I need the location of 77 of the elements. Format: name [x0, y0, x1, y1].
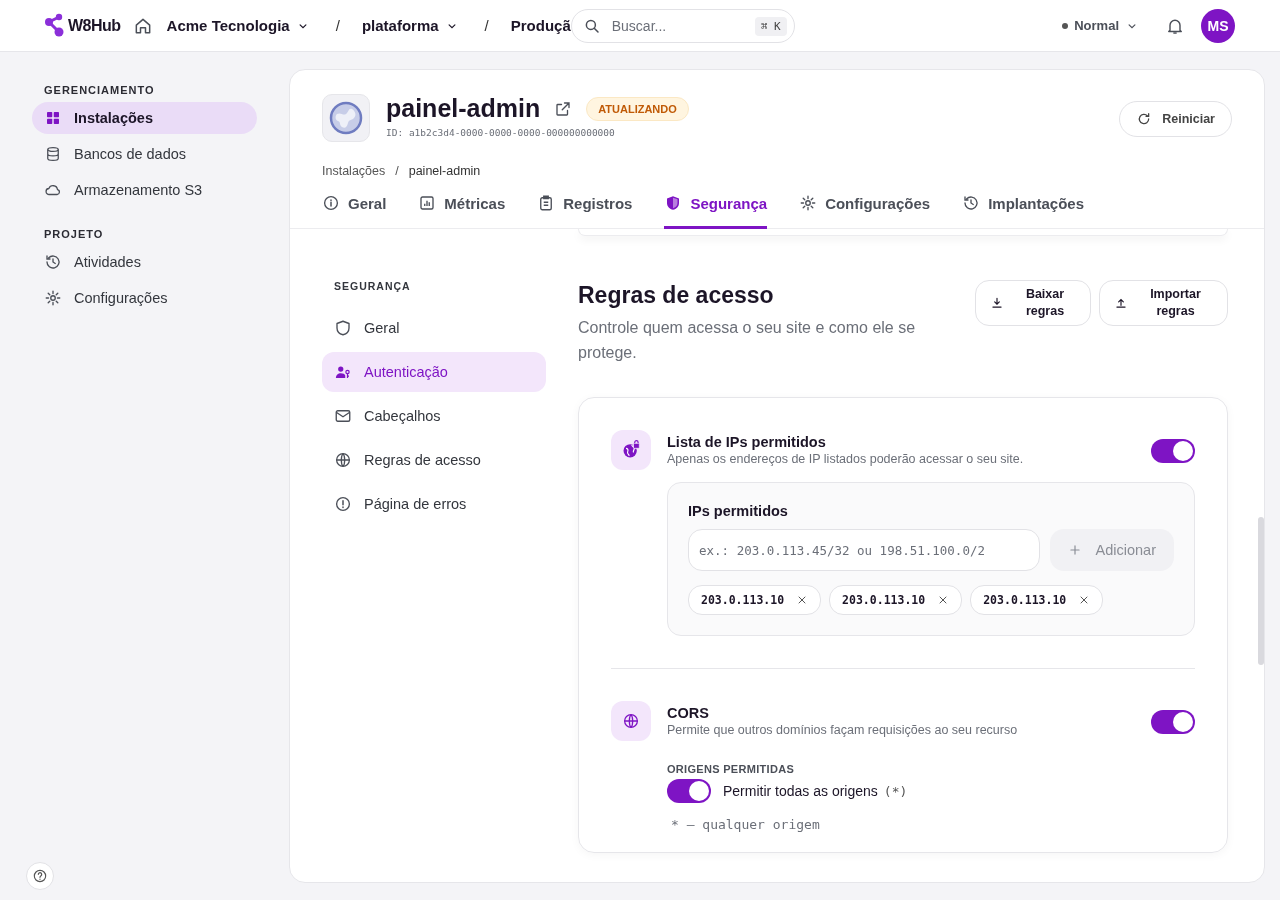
breadcrumb-separator: / [335, 17, 340, 34]
toggle-label: Permitir todas as origens [723, 783, 878, 799]
section-nav-item[interactable]: Geral [322, 308, 546, 348]
setting-title: Lista de IPs permitidos [667, 434, 827, 450]
breadcrumb-separator: / [395, 164, 399, 178]
shield-icon [334, 319, 352, 337]
grid-icon [44, 109, 62, 127]
app-name: painel-admin [386, 94, 541, 123]
help-button[interactable] [26, 862, 54, 890]
breadcrumb-link[interactable]: Instalações [322, 164, 386, 178]
setting-description: Permite que outros domínios façam requisições ao seu recurso [667, 723, 1019, 737]
origin-hint: * — qualquer origem [671, 817, 821, 832]
download-button[interactable]: Baixar regras [975, 280, 1091, 326]
field-label: ORIGENS PERMITIDAS [667, 763, 796, 775]
section-title: Regras de acesso [578, 282, 775, 309]
globe-icon [334, 451, 352, 469]
help-icon [32, 868, 48, 884]
breadcrumb-dropdown[interactable]: plataforma [361, 17, 459, 34]
section-nav-title: SEGURANÇA [333, 280, 412, 292]
breadcrumb-dropdown[interactable]: Acme Tecnologia [166, 17, 310, 34]
ip-tag: 203.0.113.10 [970, 585, 1104, 615]
sidebar-section-title: PROJETO [43, 228, 105, 240]
import-button[interactable]: Importar regras [1099, 280, 1228, 326]
ip-input-field[interactable]: ex.: 203.0.113.45/32 ou 198.51.100.0/2 [688, 529, 1040, 571]
tab[interactable]: Registros [537, 194, 633, 229]
section-subtitle: Controle quem acessa o seu site e como ele se protege. [578, 318, 917, 363]
sidebar-section-title: GERENCIAMENTO [43, 84, 156, 96]
sidebar-item[interactable]: Armazenamento S3 [32, 174, 257, 206]
download-icon [990, 296, 1004, 310]
field-label: IPs permitidos [688, 503, 789, 519]
breadcrumb-dropdown[interactable]: Produçã [510, 17, 571, 34]
database-icon [44, 145, 62, 163]
app-logo [322, 94, 370, 142]
tab[interactable]: Implantações [962, 194, 1084, 229]
section-nav-item[interactable]: Página de erros [322, 484, 546, 524]
sidebar-item[interactable]: Instalações [32, 102, 257, 134]
ip-tag: 203.0.113.10 [688, 585, 822, 615]
gear-icon [44, 289, 62, 307]
toggle-switch[interactable] [1151, 439, 1195, 463]
plus-icon [1067, 543, 1082, 557]
status-badge: ATUALIZANDO [586, 96, 689, 121]
setting-title: CORS [667, 705, 710, 721]
history-icon [962, 194, 981, 212]
sidebar-item[interactable]: Bancos de dados [32, 138, 257, 170]
history-icon [44, 253, 62, 271]
ip-tag: 203.0.113.10 [829, 585, 963, 615]
breadcrumb-separator: / [484, 17, 489, 34]
tab[interactable]: Segurança [664, 194, 768, 229]
wildcard-code: (*) [883, 783, 908, 799]
info-icon [322, 194, 340, 212]
app-id: ID: a1b2c3d4-0000-0000-0000-000000000000 [386, 127, 616, 138]
tab[interactable]: Geral [322, 194, 387, 229]
user-key-icon [334, 363, 352, 381]
toggle-switch[interactable] [667, 779, 711, 803]
tab[interactable]: Configurações [799, 194, 931, 229]
chart-icon [418, 194, 437, 212]
tab[interactable]: Métricas [418, 194, 506, 229]
section-nav-item[interactable]: Autenticação [322, 352, 546, 392]
logo-text: W8Hub [68, 16, 121, 35]
logo-icon [44, 12, 66, 39]
alert-icon [334, 495, 352, 513]
toggle-switch[interactable] [1151, 710, 1195, 734]
sidebar-item[interactable]: Atividades [32, 246, 257, 278]
mode-dropdown[interactable]: Normal [1062, 18, 1139, 33]
globe-lock-icon [611, 430, 651, 470]
scrollbar-thumb[interactable] [1258, 517, 1264, 665]
section-nav-item[interactable]: Cabeçalhos [322, 396, 546, 436]
mail-icon [334, 407, 352, 425]
breadcrumb-current: painel-admin [408, 164, 481, 178]
external-link-icon[interactable] [554, 99, 573, 118]
sidebar-item[interactable]: Configurações [32, 282, 257, 314]
gear-icon [799, 194, 818, 212]
section-nav-item[interactable]: Regras de acesso [322, 440, 546, 480]
upload-icon [1114, 296, 1128, 310]
user-avatar[interactable]: MS [1201, 8, 1235, 43]
globe-icon [611, 701, 651, 741]
setting-description: Apenas os endereços de IP listados poderão acessar o seu site. [667, 452, 1025, 466]
